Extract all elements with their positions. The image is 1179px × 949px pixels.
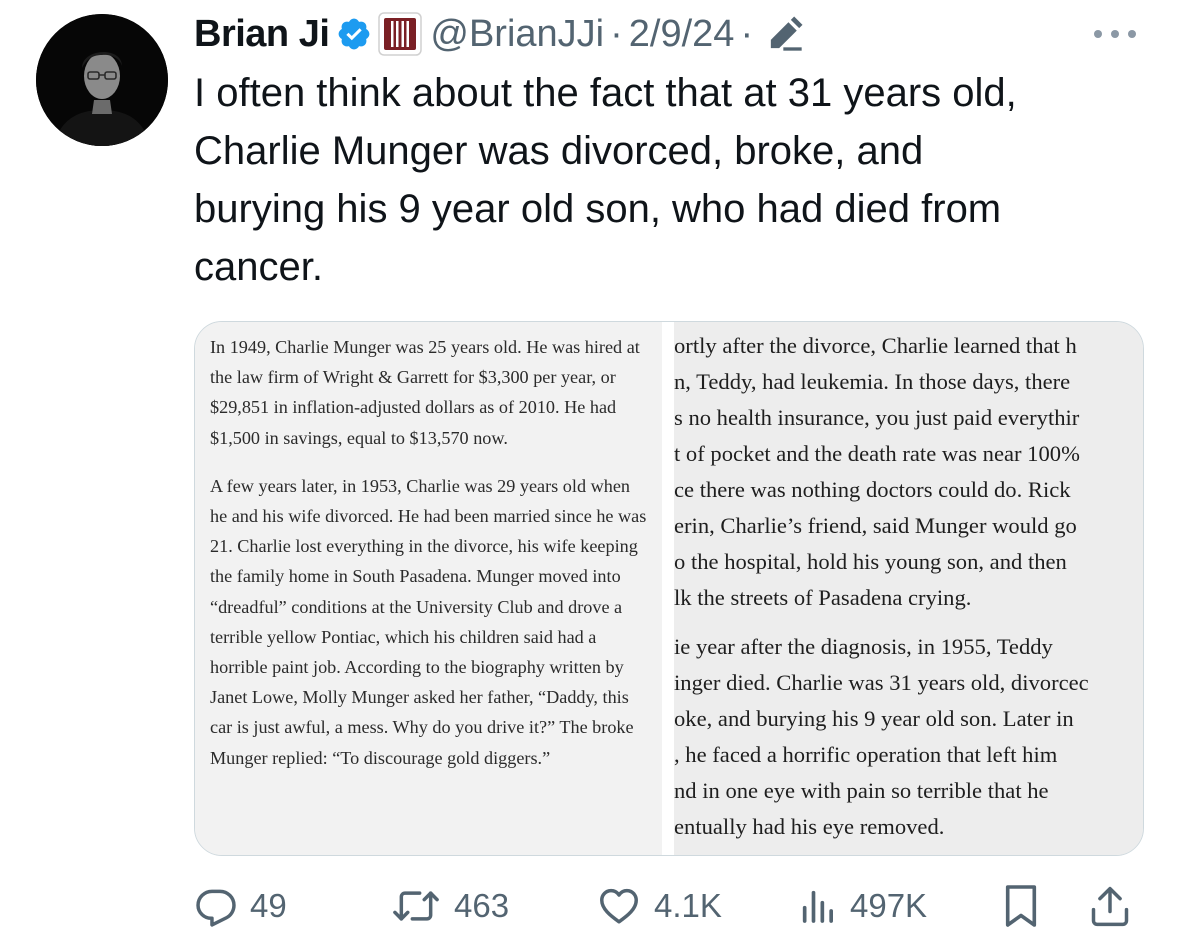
media-right-paragraph: ortly after the divorce, Charlie learned… — [674, 328, 1143, 616]
views-icon — [802, 890, 833, 923]
edited-pencil-icon[interactable] — [765, 14, 805, 54]
bookmark-button[interactable] — [1002, 878, 1040, 934]
tweet-text: I often think about the fact that at 31 … — [194, 71, 1017, 289]
like-icon — [600, 888, 638, 924]
separator-dot: · — [740, 12, 754, 55]
views-button[interactable]: 497K — [798, 878, 927, 934]
reply-button[interactable]: 49 — [194, 878, 287, 934]
bookmark-icon — [1005, 885, 1037, 927]
media-right-line: n, Teddy, had leukemia. In those days, t… — [674, 369, 1071, 394]
media-image-left[interactable]: In 1949, Charlie Munger was 25 years old… — [195, 322, 662, 855]
media-right-line: ce there was nothing doctors could do. R… — [674, 477, 1071, 502]
tweet-actions: 49 463 4.1K 497K — [194, 878, 1144, 934]
more-icon[interactable] — [1090, 22, 1140, 46]
share-button[interactable] — [1088, 878, 1132, 934]
retweet-count: 463 — [454, 887, 510, 924]
media-image-right[interactable]: ortly after the divorce, Charlie learned… — [674, 322, 1143, 855]
media-right-line: oke, and burying his 9 year old son. Lat… — [674, 706, 1074, 731]
media-right-line: nd in one eye with pain so terrible that… — [674, 778, 1049, 803]
tweet-date[interactable]: 2/9/24 — [629, 13, 735, 56]
media-right-line: ie year after the diagnosis, in 1955, Te… — [674, 634, 1053, 659]
tweet-media[interactable]: In 1949, Charlie Munger was 25 years old… — [194, 321, 1144, 856]
media-right-line: inger died. Charlie was 31 years old, di… — [674, 670, 1089, 695]
media-right-line: s no health insurance, you just paid eve… — [674, 405, 1080, 430]
views-count: 497K — [850, 887, 928, 924]
media-right-line: entually had his eye removed. — [674, 814, 945, 839]
media-right-line: erin, Charlie’s friend, said Munger woul… — [674, 513, 1077, 538]
media-right-line: t of pocket and the death rate was near … — [674, 441, 1080, 466]
media-left-paragraph: In 1949, Charlie Munger was 25 years old… — [210, 337, 640, 448]
media-right-line: , he faced a horrific operation that lef… — [674, 742, 1058, 767]
verified-badge-icon — [336, 16, 372, 52]
retweet-icon — [393, 891, 439, 921]
media-right-line: lk the streets of Pasadena crying. — [674, 585, 972, 610]
avatar[interactable] — [36, 14, 168, 146]
share-icon — [1091, 886, 1129, 927]
affiliate-badge-icon[interactable] — [378, 12, 423, 56]
media-right-line: ortly after the divorce, Charlie learned… — [674, 333, 1077, 358]
media-left-paragraph: A few years later, in 1953, Charlie was … — [210, 475, 647, 768]
author-handle[interactable]: @BrianJJi — [430, 13, 604, 56]
retweet-button[interactable]: 463 — [390, 878, 509, 934]
media-right-line: o the hospital, hold his young son, and … — [674, 549, 1067, 574]
separator-dot: · — [610, 12, 623, 55]
avatar-image — [36, 14, 168, 146]
media-right-paragraph: ie year after the diagnosis, in 1955, Te… — [674, 629, 1143, 845]
like-count: 4.1K — [654, 887, 722, 924]
reply-count: 49 — [250, 887, 287, 924]
like-button[interactable]: 4.1K — [596, 878, 722, 934]
media-divider — [662, 322, 674, 855]
tweet-header: Brian Ji @BrianJJi · 2/9/24 · — [194, 10, 805, 58]
reply-icon — [196, 889, 236, 927]
author-name[interactable]: Brian Ji — [194, 13, 330, 56]
